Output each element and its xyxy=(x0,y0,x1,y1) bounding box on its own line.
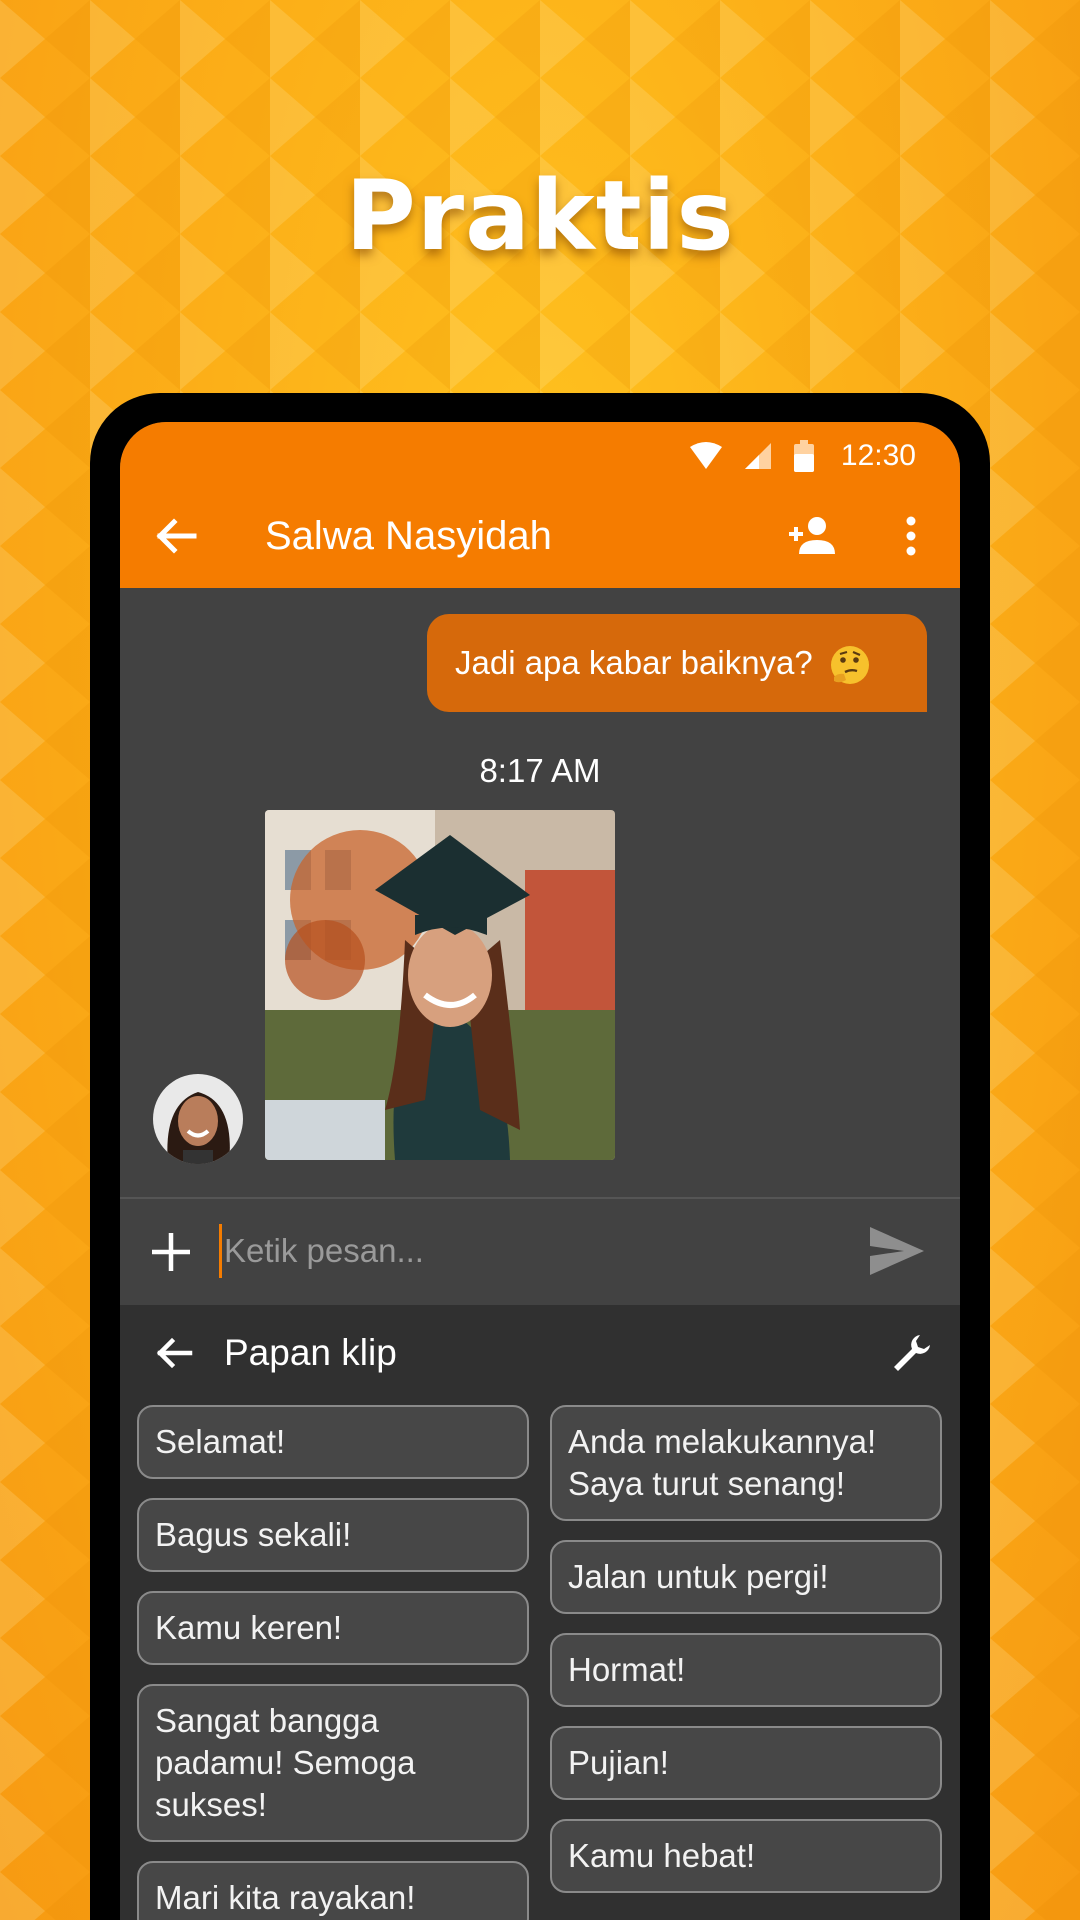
back-arrow-icon[interactable] xyxy=(152,1331,196,1375)
graduate-photo-image xyxy=(265,810,615,1160)
message-input[interactable] xyxy=(224,1217,824,1285)
wifi-icon xyxy=(689,442,722,469)
signal-icon xyxy=(744,443,771,469)
clipboard-item[interactable]: Selamat! xyxy=(137,1405,529,1479)
send-icon[interactable] xyxy=(868,1225,926,1277)
add-attachment-icon[interactable] xyxy=(148,1229,194,1275)
toolbar: Salwa Nasyidah xyxy=(120,484,960,588)
clipboard-item[interactable]: Jalan untuk pergi! xyxy=(550,1540,942,1614)
clipboard-header: Papan klip xyxy=(120,1305,960,1401)
more-options-icon[interactable] xyxy=(885,510,937,562)
add-contact-icon[interactable] xyxy=(785,510,837,562)
clipboard-item[interactable]: Sangat bangga padamu! Semoga sukses! xyxy=(137,1684,529,1842)
promo-headline: Praktis xyxy=(345,160,735,272)
phone-screen: 12:30 Salwa Nasyidah Jadi apa kabar baik… xyxy=(120,422,960,1920)
compose-bar xyxy=(120,1199,960,1305)
clipboard-column-left: Selamat! Bagus sekali! Kamu keren! Sanga… xyxy=(137,1405,529,1920)
clipboard-item[interactable]: Hormat! xyxy=(550,1633,942,1707)
contact-name: Salwa Nasyidah xyxy=(265,514,552,558)
clipboard-column-right: Anda melakukannya! Saya turut senang! Ja… xyxy=(550,1405,942,1912)
avatar-image xyxy=(153,1074,243,1164)
clipboard-item[interactable]: Pujian! xyxy=(550,1726,942,1800)
back-arrow-icon[interactable] xyxy=(150,510,202,562)
message-timestamp: 8:17 AM xyxy=(479,752,601,789)
text-cursor xyxy=(219,1224,222,1278)
clipboard-item[interactable]: Kamu hebat! xyxy=(550,1819,942,1893)
clipboard-panel: Papan klip Selamat! Bagus sekali! Kamu k… xyxy=(120,1305,960,1920)
battery-icon xyxy=(793,440,814,472)
outgoing-message-text: Jadi apa kabar baiknya? xyxy=(455,644,813,681)
received-photo[interactable] xyxy=(265,810,615,1160)
status-time: 12:30 xyxy=(840,439,916,472)
app-bar: 12:30 Salwa Nasyidah xyxy=(120,422,960,588)
clipboard-item[interactable]: Anda melakukannya! Saya turut senang! xyxy=(550,1405,942,1521)
clipboard-title: Papan klip xyxy=(224,1332,397,1373)
clipboard-item[interactable]: Mari kita rayakan! xyxy=(137,1861,529,1920)
thinking-face-icon xyxy=(830,646,869,685)
clipboard-item[interactable]: Bagus sekali! xyxy=(137,1498,529,1572)
clipboard-item[interactable]: Kamu keren! xyxy=(137,1591,529,1665)
wrench-icon[interactable] xyxy=(890,1331,934,1375)
sender-avatar[interactable] xyxy=(153,1074,243,1164)
outgoing-message-bubble[interactable]: Jadi apa kabar baiknya? xyxy=(427,614,927,712)
status-bar: 12:30 xyxy=(689,434,916,478)
